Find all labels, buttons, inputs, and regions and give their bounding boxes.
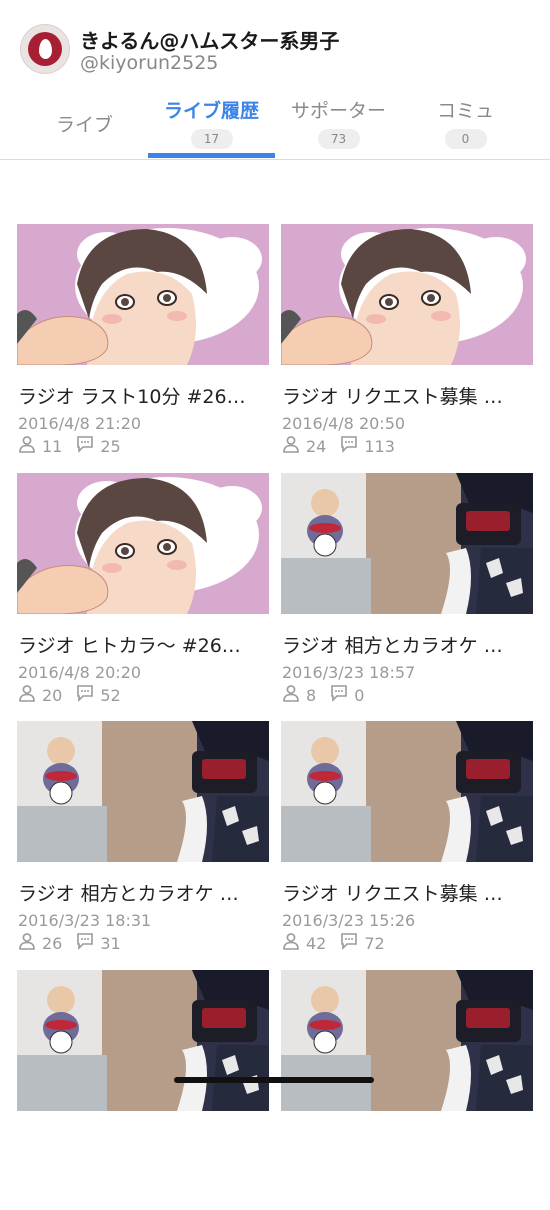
live-thumbnail[interactable]	[17, 473, 269, 614]
live-thumbnail[interactable]	[281, 473, 533, 614]
live-history-card[interactable]: ラジオ 相方とカラオケ … 2016/3/23 18:31 26 31	[17, 721, 269, 961]
comment-count: 72	[364, 933, 385, 953]
viewer-count: 26	[42, 933, 63, 953]
live-date: 2016/3/23 18:57	[282, 663, 416, 682]
viewer-count: 20	[42, 685, 63, 705]
tab-live-label: ライブ	[55, 114, 113, 136]
live-history-card[interactable]: ラジオ ラスト10分 #26… 2016/4/8 21:20 11 25	[17, 224, 269, 464]
viewer-icon	[18, 932, 42, 954]
live-stats: 11 25	[18, 436, 135, 456]
live-stats: 20 52	[18, 685, 135, 705]
tab-live-history-count: 17	[190, 129, 233, 149]
comment-icon	[76, 932, 100, 954]
live-title: ラジオ ヒトカラ〜 #26…	[18, 635, 241, 657]
comment-icon	[340, 932, 364, 954]
live-title: ラジオ 相方とカラオケ …	[282, 635, 503, 657]
tab-supporters-count: 73	[317, 129, 360, 149]
live-date: 2016/3/23 15:26	[282, 911, 416, 930]
live-stats: 26 31	[18, 933, 135, 953]
user-handle: @kiyorun2525	[80, 52, 219, 74]
tab-community-label: コミュ	[436, 100, 494, 122]
live-stats: 42 72	[282, 933, 399, 953]
live-stats: 80	[282, 685, 378, 705]
live-title: ラジオ 相方とカラオケ …	[18, 883, 239, 905]
viewer-icon	[282, 684, 306, 706]
viewer-count: 42	[306, 933, 327, 953]
live-thumbnail[interactable]	[281, 970, 533, 1111]
viewer-count: 8	[306, 685, 317, 705]
comment-count: 52	[100, 685, 121, 705]
live-history-card[interactable]: ラジオ 相方とカラオケ … 2016/3/23 18:57 8 0	[281, 473, 533, 713]
live-stats: 24 113	[282, 436, 409, 456]
comment-count: 113	[364, 436, 395, 456]
comment-icon	[76, 684, 100, 706]
tab-bar: ライブ ライブ履歴 17 サポーター 73 コミュ 0	[0, 90, 550, 160]
tab-community-count: 0	[444, 129, 487, 149]
live-history-card[interactable]	[281, 970, 533, 1210]
comment-count: 0	[354, 685, 365, 705]
active-tab-indicator	[148, 153, 275, 158]
live-thumbnail[interactable]	[17, 721, 269, 862]
comment-icon	[340, 435, 364, 457]
tab-supporters-label: サポーター	[290, 100, 386, 122]
live-thumbnail[interactable]	[281, 224, 533, 365]
live-date: 2016/4/8 20:20	[18, 663, 142, 682]
egg-logo-icon	[28, 32, 62, 66]
tab-live-history[interactable]: ライブ履歴 17	[143, 90, 280, 159]
comment-icon	[330, 684, 354, 706]
live-date: 2016/3/23 18:31	[18, 911, 152, 930]
live-title: ラジオ リクエスト募集 …	[282, 386, 503, 408]
live-thumbnail[interactable]	[17, 224, 269, 365]
live-history-card[interactable]	[17, 970, 269, 1210]
avatar[interactable]	[20, 24, 70, 74]
live-date: 2016/4/8 21:20	[18, 414, 142, 433]
live-history-card[interactable]: ラジオ リクエスト募集 … 2016/3/23 15:26 42 72	[281, 721, 533, 961]
display-name: きよるん@ハムスター系男子	[80, 29, 340, 53]
tab-community[interactable]: コミュ 0	[397, 90, 534, 159]
home-indicator	[174, 1077, 374, 1083]
viewer-icon	[18, 435, 42, 457]
tab-live[interactable]: ライブ	[16, 90, 153, 159]
comment-count: 31	[100, 933, 121, 953]
comment-icon	[76, 435, 100, 457]
comment-count: 25	[100, 436, 121, 456]
profile-header: きよるん@ハムスター系男子 @kiyorun2525	[0, 0, 550, 90]
live-thumbnail[interactable]	[281, 721, 533, 862]
tab-supporters[interactable]: サポーター 73	[270, 90, 407, 159]
viewer-icon	[18, 684, 42, 706]
live-title: ラジオ リクエスト募集 …	[282, 883, 503, 905]
live-date: 2016/4/8 20:50	[282, 414, 406, 433]
viewer-count: 11	[42, 436, 63, 456]
viewer-icon	[282, 435, 306, 457]
live-thumbnail[interactable]	[17, 970, 269, 1111]
viewer-icon	[282, 932, 306, 954]
live-history-card[interactable]: ラジオ リクエスト募集 … 2016/4/8 20:50 24 113	[281, 224, 533, 464]
live-history-card[interactable]: ラジオ ヒトカラ〜 #26… 2016/4/8 20:20 20 52	[17, 473, 269, 713]
viewer-count: 24	[306, 436, 327, 456]
live-title: ラジオ ラスト10分 #26…	[18, 386, 246, 408]
tab-live-history-label: ライブ履歴	[163, 100, 259, 122]
